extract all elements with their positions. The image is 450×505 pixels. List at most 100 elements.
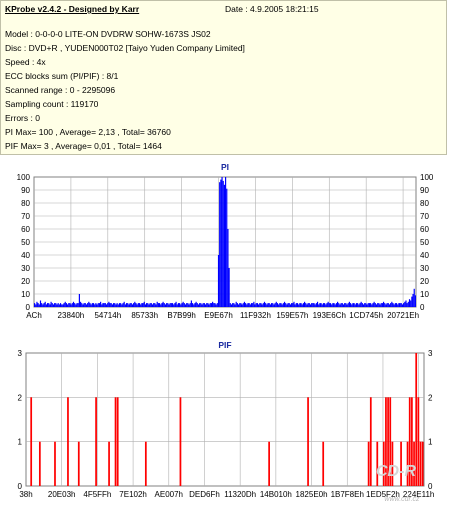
pi-bar xyxy=(308,303,310,307)
pi-bar xyxy=(354,304,356,307)
pi-bar xyxy=(404,301,406,307)
pi-bar xyxy=(408,299,411,307)
pi-bar xyxy=(34,303,36,307)
pif-ytick-right: 1 xyxy=(428,438,433,447)
pi-ytick-right: 60 xyxy=(420,225,429,234)
pi-bar xyxy=(136,304,138,307)
pi-bar xyxy=(128,304,130,307)
pi-bar xyxy=(247,303,249,307)
pi-bar xyxy=(98,303,101,307)
pi-bar xyxy=(397,304,399,307)
pi-bar xyxy=(321,304,323,307)
pi-bar xyxy=(388,304,391,307)
pi-bar xyxy=(212,301,214,307)
pi-ytick-right: 50 xyxy=(420,238,429,247)
pi-bar xyxy=(183,303,185,307)
pi-bar xyxy=(72,301,75,307)
pi-bar xyxy=(39,300,42,307)
pi-bar xyxy=(384,303,386,307)
pi-bar xyxy=(286,304,288,307)
pi-bar xyxy=(358,304,360,307)
pif-ytick-right: 2 xyxy=(428,393,433,402)
pi-bar xyxy=(394,303,396,307)
pi-bar xyxy=(351,304,353,307)
pi-bar xyxy=(108,301,110,307)
pi-bar xyxy=(134,301,136,307)
pi-bar xyxy=(243,301,246,307)
pi-bar xyxy=(155,304,157,307)
pif-bar xyxy=(322,441,325,486)
pi-bar xyxy=(219,182,221,307)
pi-bar xyxy=(366,304,368,307)
pi-bar xyxy=(140,304,142,307)
pi-bar xyxy=(292,303,294,307)
pi-bar xyxy=(288,303,290,307)
pif-plot-area xyxy=(25,352,425,487)
pi-bar xyxy=(36,301,38,307)
pif-bar xyxy=(67,397,69,486)
pi-bar xyxy=(241,304,243,307)
pi-ytick-left: 90 xyxy=(21,186,30,195)
pi-bar xyxy=(94,304,96,307)
pi-xtick-label: 11F932h xyxy=(240,311,271,320)
pi-ytick-left: 70 xyxy=(21,212,30,221)
cdr-watermark-url: www.cdr.cz xyxy=(384,496,420,503)
pi-xtick-label: 1CD745h xyxy=(349,311,383,320)
pi-bar xyxy=(174,303,176,307)
pif-bar xyxy=(367,441,370,486)
pif-bar xyxy=(114,397,117,486)
pi-bar xyxy=(97,303,99,307)
pi-bar xyxy=(104,303,106,307)
pi-bar xyxy=(405,300,407,307)
pi-ytick-right: 0 xyxy=(420,303,425,312)
pi-ytick-right: 80 xyxy=(420,199,429,208)
pi-bar xyxy=(202,303,204,307)
pi-bar xyxy=(84,303,86,307)
pi-bar xyxy=(306,304,308,307)
pi-bar xyxy=(120,303,122,307)
pi-bar xyxy=(289,304,292,307)
pif-bar xyxy=(421,441,424,486)
pi-bar xyxy=(331,304,333,307)
pi-ytick-left: 100 xyxy=(17,173,31,182)
info-model: Model : 0-0-0-0 LITE-ON DVDRW SOHW-1673S… xyxy=(5,29,211,39)
pi-bar xyxy=(249,304,251,307)
pi-bar xyxy=(164,304,167,307)
pi-xtick-label: 159E57h xyxy=(276,311,308,320)
pi-bar xyxy=(322,303,325,307)
pi-bar xyxy=(344,303,346,307)
pi-bar xyxy=(412,294,414,307)
pif-bar xyxy=(38,441,41,486)
pi-bar xyxy=(380,303,382,307)
pi-bar xyxy=(116,303,118,307)
pi-bar xyxy=(294,304,296,307)
info-speed: Speed : 4x xyxy=(5,57,46,67)
pi-bar xyxy=(109,303,111,307)
pi-bar xyxy=(207,303,209,307)
pi-bar xyxy=(63,303,65,307)
pi-bar xyxy=(326,303,328,307)
pi-bar xyxy=(194,303,196,307)
pi-bar xyxy=(390,303,392,307)
pi-bar xyxy=(252,303,254,307)
pi-bar xyxy=(102,303,104,307)
pi-bar xyxy=(133,303,135,307)
pif-xtick-label: DED6Fh xyxy=(189,490,220,499)
pi-bar xyxy=(85,304,88,307)
pi-bar xyxy=(242,303,244,307)
pi-bar xyxy=(407,301,409,307)
pi-bar xyxy=(268,303,270,307)
pi-bar xyxy=(414,295,416,307)
pi-bar xyxy=(91,303,93,307)
pi-bar xyxy=(83,303,85,307)
pi-bar xyxy=(168,304,170,307)
pi-bar xyxy=(203,303,205,307)
pif-xtick-label: 20E03h xyxy=(48,490,76,499)
pi-bar xyxy=(391,301,393,307)
pi-bar xyxy=(367,303,369,307)
info-disc: Disc : DVD+R , YUDEN000T02 [Taiyo Yuden … xyxy=(5,43,245,53)
pi-bar xyxy=(124,304,126,307)
pi-bar xyxy=(210,303,213,307)
pi-bar xyxy=(237,304,240,307)
pi-bar xyxy=(281,304,283,307)
